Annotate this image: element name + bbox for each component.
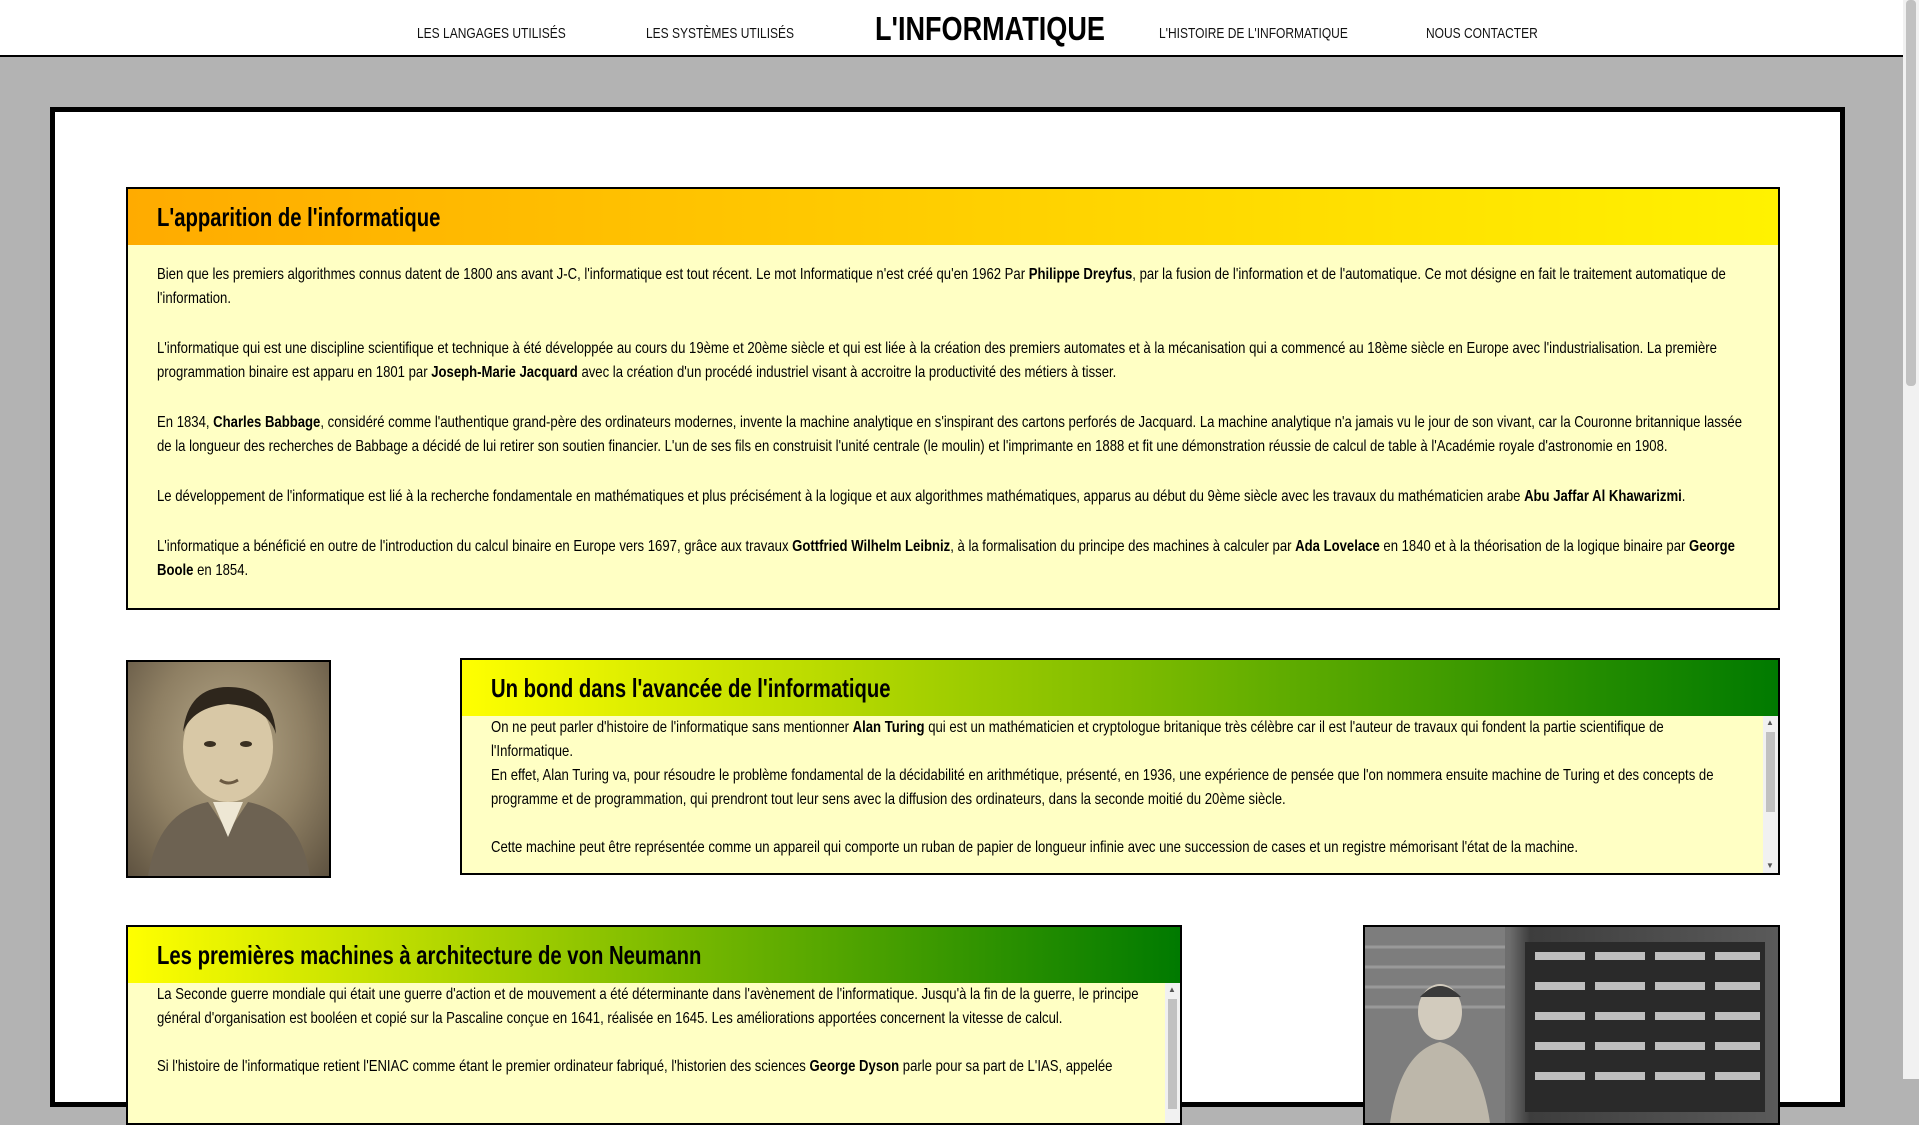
section-apparition-header: L'apparition de l'informatique xyxy=(128,189,1778,245)
paragraph: Cette machine peut être représentée comm… xyxy=(491,839,1578,856)
name-highlight: Alan Turing xyxy=(852,719,925,736)
page-scrollbar[interactable] xyxy=(1903,0,1919,1079)
section-bond: Un bond dans l'avancée de l'informatique… xyxy=(460,658,1780,875)
paragraph: En effet, Alan Turing va, pour résoudre … xyxy=(491,767,1714,808)
nav-link-langages[interactable]: LES LANGAGES UTILISÉS xyxy=(417,25,566,42)
section-apparition-body: Bien que les premiers algorithmes connus… xyxy=(157,263,1757,583)
page-scrollbar-thumb[interactable] xyxy=(1906,0,1916,386)
nav-link-histoire[interactable]: L'HISTOIRE DE L'INFORMATIQUE xyxy=(1159,25,1348,42)
paragraph: L'informatique a bénéficié en outre de l… xyxy=(157,538,1735,579)
section-von-neumann-scrollbar-thumb[interactable] xyxy=(1168,999,1177,1109)
top-navigation: LES LANGAGES UTILISÉS LES SYSTÈMES UTILI… xyxy=(0,0,1903,57)
scroll-up-icon[interactable]: ▲ xyxy=(1168,986,1176,994)
section-von-neumann-body: La Seconde guerre mondiale qui était une… xyxy=(157,983,1147,1079)
section-apparition-title: L'apparition de l'informatique xyxy=(157,201,441,232)
paragraph: La Seconde guerre mondiale qui était une… xyxy=(157,986,1139,1027)
paragraph: On ne peut parler d'histoire de l'inform… xyxy=(491,719,1664,760)
computer-photo-icon xyxy=(1365,927,1765,1123)
site-brand[interactable]: L'INFORMATIQUE xyxy=(875,10,1105,48)
paragraph: Bien que les premiers algorithmes connus… xyxy=(157,266,1726,307)
paragraph: Si l'histoire de l'informatique retient … xyxy=(157,1058,1113,1075)
content-frame: L'apparition de l'informatique Bien que … xyxy=(50,107,1845,1125)
section-bond-scrollbar-thumb[interactable] xyxy=(1766,732,1775,812)
name-highlight: Gottfried Wilhelm Leibniz xyxy=(792,538,951,555)
paragraph: L'informatique qui est une discipline sc… xyxy=(157,340,1717,381)
section-von-neumann: Les premières machines à architecture de… xyxy=(126,925,1182,1125)
name-highlight: Charles Babbage xyxy=(213,414,321,431)
section-von-neumann-scrollbar[interactable]: ▲ xyxy=(1165,983,1180,1123)
name-highlight: George Dyson xyxy=(809,1058,900,1075)
nav-link-contact[interactable]: NOUS CONTACTER xyxy=(1426,25,1538,42)
paragraph: Le développement de l'informatique est l… xyxy=(157,488,1686,505)
name-highlight: Ada Lovelace xyxy=(1295,538,1380,555)
name-highlight: Abu Jaffar Al Khawarizmi xyxy=(1524,488,1682,505)
section-bond-scrollbar[interactable]: ▲ ▼ xyxy=(1763,716,1778,873)
section-von-neumann-header: Les premières machines à architecture de… xyxy=(128,927,1180,983)
portrait-icon xyxy=(148,687,310,876)
scroll-down-icon[interactable]: ▼ xyxy=(1766,862,1774,870)
section-bond-header: Un bond dans l'avancée de l'informatique xyxy=(462,660,1778,716)
section-bond-title: Un bond dans l'avancée de l'informatique xyxy=(491,672,891,703)
scroll-up-icon[interactable]: ▲ xyxy=(1766,719,1774,727)
alan-turing-photo xyxy=(126,660,331,878)
nav-link-systemes[interactable]: LES SYSTÈMES UTILISÉS xyxy=(646,25,794,42)
von-neumann-photo xyxy=(1363,925,1780,1125)
name-highlight: Joseph-Marie Jacquard xyxy=(431,364,578,381)
section-apparition: L'apparition de l'informatique Bien que … xyxy=(126,187,1780,610)
section-von-neumann-title: Les premières machines à architecture de… xyxy=(157,939,702,970)
paragraph: En 1834, Charles Babbage, considéré comm… xyxy=(157,414,1743,455)
name-highlight: Philippe Dreyfus xyxy=(1028,266,1133,283)
section-bond-body: On ne peut parler d'histoire de l'inform… xyxy=(491,716,1741,860)
